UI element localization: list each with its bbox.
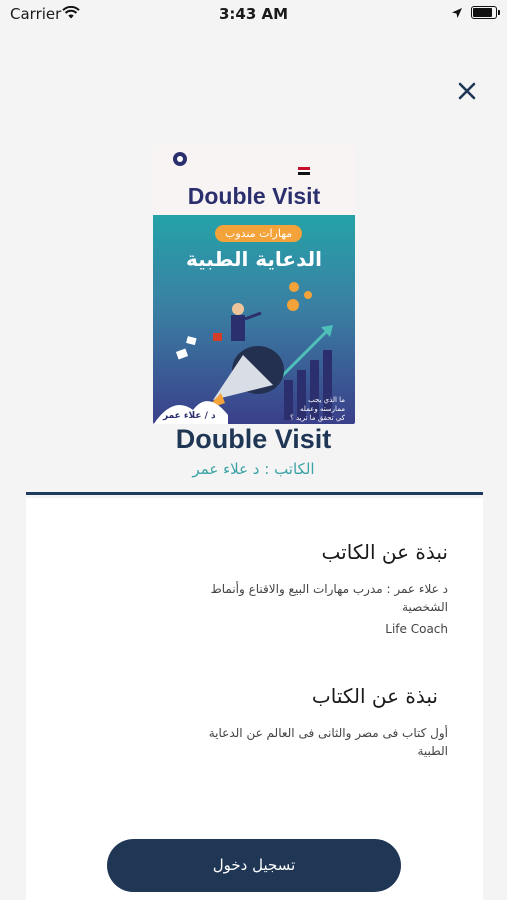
about-author-extra: Life Coach bbox=[385, 622, 448, 636]
tagline-line: ما الذي يجب bbox=[308, 396, 345, 404]
cover-author: د / علاء عمر bbox=[163, 411, 216, 421]
about-author-text: د علاء عمر : مدرب مهارات البيع والاقناع … bbox=[210, 582, 448, 614]
login-button[interactable]: تسجيل دخول bbox=[107, 839, 401, 892]
about-book-text: أول كتاب فى مصر والثانى فى العالم عن الد… bbox=[208, 726, 448, 758]
about-author-heading: نبذة عن الكاتب bbox=[321, 540, 448, 564]
battery-icon bbox=[471, 6, 500, 19]
book-title: Double Visit bbox=[175, 424, 332, 454]
tagline-line: ممارسته وعمله bbox=[300, 405, 345, 413]
close-icon[interactable] bbox=[455, 79, 479, 103]
publisher-logo-icon bbox=[173, 152, 187, 166]
cover-title: Double Visit bbox=[187, 183, 321, 209]
status-bar: Carrier 3:43 AM bbox=[0, 0, 507, 28]
location-arrow-icon bbox=[452, 8, 462, 18]
book-cover-image: Double Visit مهارات مندوب الدعاية الطبية bbox=[153, 145, 355, 424]
flag-icon bbox=[298, 167, 310, 175]
cover-headline: الدعاية الطبية bbox=[186, 247, 322, 271]
cover-pill: مهارات مندوب bbox=[215, 225, 303, 242]
cover-body: مهارات مندوب الدعاية الطبية ما الذي يجب bbox=[153, 215, 355, 424]
status-time: 3:43 AM bbox=[218, 5, 289, 23]
about-book-heading: نبذة عن الكتاب bbox=[311, 684, 438, 708]
cover-header: Double Visit bbox=[153, 145, 355, 215]
cover-tagline: ما الذي يجب ممارسته وعمله كي تحقق ما تري… bbox=[290, 396, 345, 423]
book-author: الكاتب : د علاء عمر bbox=[192, 460, 315, 478]
divider bbox=[26, 492, 483, 495]
tagline-line: كي تحقق ما تريد ؟ bbox=[290, 414, 345, 422]
